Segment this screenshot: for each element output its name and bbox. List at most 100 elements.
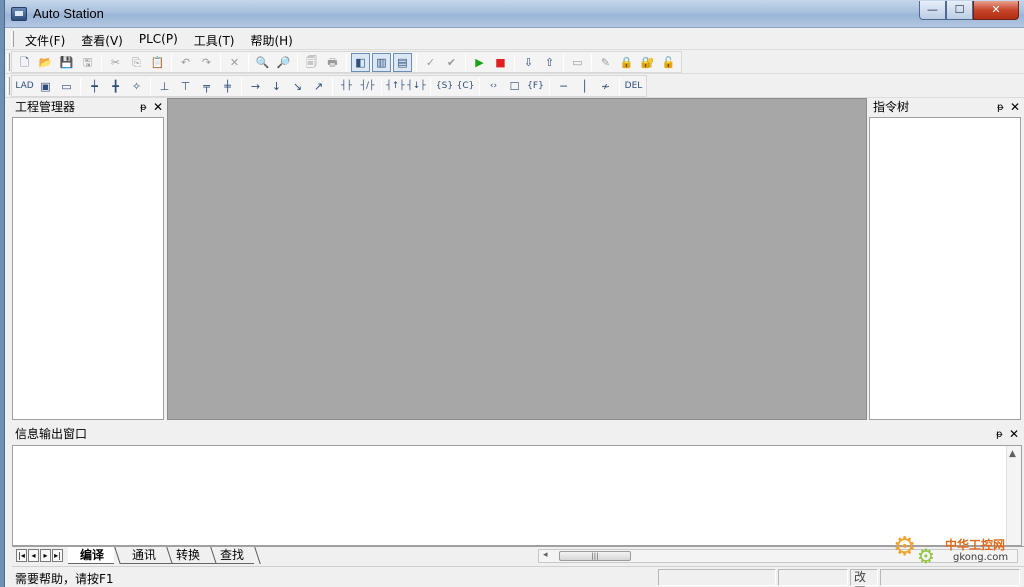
tab-find[interactable]: 查找 bbox=[208, 547, 255, 564]
project-panel-header[interactable]: 工程管理器 ᵽ ✕ bbox=[12, 99, 163, 117]
function-icon[interactable]: {F} bbox=[526, 77, 545, 96]
print-preview-icon[interactable]: 🗐 bbox=[302, 53, 321, 72]
instruction-pane-icon[interactable]: ▥ bbox=[372, 52, 391, 72]
open-folder-icon[interactable]: 📂 bbox=[36, 53, 55, 72]
horizontal-line-icon[interactable]: ─ bbox=[554, 77, 573, 96]
edit-icon[interactable]: ✎ bbox=[596, 53, 615, 72]
set-coil-icon[interactable]: {S} bbox=[435, 77, 454, 96]
redo-icon[interactable]: ↷ bbox=[197, 53, 216, 72]
coil-icon[interactable]: ‹› bbox=[484, 77, 503, 96]
parallel-end-icon[interactable]: ⊤ bbox=[176, 77, 195, 96]
undo-icon[interactable]: ↶ bbox=[176, 53, 195, 72]
menu-item-2[interactable]: PLC(P) bbox=[137, 31, 180, 50]
arrow-down-icon[interactable]: ↓ bbox=[267, 77, 286, 96]
arrow-right-icon[interactable]: → bbox=[246, 77, 265, 96]
upload-icon[interactable]: ⇧ bbox=[540, 53, 559, 72]
stop-icon[interactable]: ■ bbox=[491, 53, 510, 72]
output-text-area[interactable]: ▲ bbox=[12, 445, 1022, 546]
tab-next-button[interactable]: ▸ bbox=[40, 549, 51, 562]
replace-icon[interactable]: 🔎 bbox=[274, 53, 293, 72]
vertical-line-icon[interactable]: │ bbox=[575, 77, 594, 96]
parallel-branch-icon[interactable]: ⊥ bbox=[155, 77, 174, 96]
close-icon[interactable]: ✕ bbox=[1009, 426, 1019, 443]
pin-icon[interactable]: ᵽ bbox=[997, 99, 1004, 116]
project-tree[interactable] bbox=[12, 117, 164, 420]
save-icon[interactable]: 💾 bbox=[57, 53, 76, 72]
box-icon[interactable]: ▭ bbox=[57, 77, 76, 96]
menu-grip[interactable] bbox=[11, 31, 14, 47]
pin-icon[interactable]: ᵽ bbox=[140, 99, 147, 116]
branch-icon[interactable]: ✧ bbox=[127, 77, 146, 96]
output-panel-header[interactable]: 信息输出窗口 ᵽ ✕ bbox=[12, 426, 1022, 444]
menu-item-3[interactable]: 工具(T) bbox=[192, 31, 237, 50]
app-icon[interactable] bbox=[11, 7, 27, 21]
toolbar-separator bbox=[563, 53, 564, 71]
delete-line-icon[interactable]: DEL bbox=[624, 77, 643, 96]
check-icon[interactable]: ✓ bbox=[421, 53, 440, 72]
reset-coil-icon[interactable]: {C} bbox=[456, 77, 475, 96]
monitor-icon[interactable]: ▭ bbox=[568, 53, 587, 72]
menu-bar: 文件(F) 查看(V) PLC(P) 工具(T) 帮助(H) bbox=[5, 28, 1024, 50]
ladder-mode-icon[interactable]: LAD bbox=[15, 77, 34, 96]
title-bar[interactable]: Auto Station — ☐ ✕ bbox=[5, 0, 1024, 28]
tab-communication[interactable]: 通讯 bbox=[120, 547, 167, 564]
contact-falling-icon[interactable]: ┤↓├ bbox=[407, 77, 426, 96]
menu-item-1[interactable]: 查看(V) bbox=[79, 31, 125, 50]
output-pane-icon[interactable]: ▤ bbox=[393, 52, 412, 72]
tab-last-button[interactable]: ▸| bbox=[52, 549, 63, 562]
run-icon[interactable]: ▶ bbox=[470, 53, 489, 72]
save-all-icon[interactable]: 🖫 bbox=[78, 53, 97, 72]
instruction-panel-header[interactable]: 指令树 ᵽ ✕ bbox=[870, 99, 1022, 117]
maximize-button[interactable]: ☐ bbox=[946, 1, 973, 20]
scroll-thumb[interactable]: ||| bbox=[559, 551, 631, 561]
toolbar-grip[interactable] bbox=[7, 77, 10, 95]
block-icon[interactable]: ▣ bbox=[36, 77, 55, 96]
gear-icon: ⚙ bbox=[917, 544, 935, 568]
new-file-icon[interactable]: 🗋 bbox=[15, 53, 34, 72]
close-button[interactable]: ✕ bbox=[973, 1, 1019, 20]
editor-workspace[interactable] bbox=[167, 98, 867, 420]
status-help-text: 需要帮助，请按F1 bbox=[15, 572, 114, 586]
unlock-icon[interactable]: 🔓 bbox=[659, 53, 678, 72]
close-icon[interactable]: ✕ bbox=[153, 99, 163, 116]
toolbar-separator bbox=[248, 53, 249, 71]
app-window: Auto Station — ☐ ✕ 文件(F) 查看(V) PLC(P) 工具(T)… bbox=[4, 0, 1024, 587]
find-icon[interactable]: 🔍 bbox=[253, 53, 272, 72]
insert-column-icon[interactable]: ╋ bbox=[106, 77, 125, 96]
menu-item-4[interactable]: 帮助(H) bbox=[248, 31, 294, 50]
tab-convert[interactable]: 转换 bbox=[164, 547, 211, 564]
instruction-tree[interactable] bbox=[869, 117, 1021, 420]
contact-no-icon[interactable]: ┤├ bbox=[337, 77, 356, 96]
compile-icon[interactable]: ✔ bbox=[442, 53, 461, 72]
function-block-icon[interactable]: ☐ bbox=[505, 77, 524, 96]
contact-nc-icon[interactable]: ┤/├ bbox=[358, 77, 377, 96]
tab-first-button[interactable]: |◂ bbox=[16, 549, 27, 562]
insert-row-icon[interactable]: ┿ bbox=[85, 77, 104, 96]
branch-cross-icon[interactable]: ╪ bbox=[218, 77, 237, 96]
contact-rising-icon[interactable]: ┤↑├ bbox=[386, 77, 405, 96]
copy-icon[interactable]: ⎘ bbox=[127, 53, 146, 72]
download-icon[interactable]: ⇩ bbox=[519, 53, 538, 72]
invert-icon[interactable]: ≁ bbox=[596, 77, 615, 96]
arrow-down-right-icon[interactable]: ↘ bbox=[288, 77, 307, 96]
password-icon[interactable]: 🔐 bbox=[638, 53, 657, 72]
cut-icon[interactable]: ✂ bbox=[106, 53, 125, 72]
project-panel-title: 工程管理器 bbox=[15, 100, 76, 114]
close-icon[interactable]: ✕ bbox=[1010, 99, 1020, 116]
minimize-button[interactable]: — bbox=[919, 1, 946, 20]
toolbar-grip[interactable] bbox=[7, 53, 10, 71]
project-pane-icon[interactable]: ◧ bbox=[351, 52, 370, 72]
pin-icon[interactable]: ᵽ bbox=[996, 426, 1003, 443]
toolbar-separator bbox=[297, 53, 298, 71]
tab-prev-button[interactable]: ◂ bbox=[28, 549, 39, 562]
branch-down-icon[interactable]: ╤ bbox=[197, 77, 216, 96]
print-icon[interactable]: 🖶 bbox=[323, 53, 342, 72]
paste-icon[interactable]: 📋 bbox=[148, 53, 167, 72]
scroll-left-icon[interactable]: ◂ bbox=[543, 550, 548, 560]
lock-icon[interactable]: 🔒 bbox=[617, 53, 636, 72]
menu-item-0[interactable]: 文件(F) bbox=[23, 31, 67, 50]
tab-compile[interactable]: 编译 bbox=[68, 547, 115, 564]
arrow-up-right-icon[interactable]: ↗ bbox=[309, 77, 328, 96]
scroll-up-icon[interactable]: ▲ bbox=[1009, 449, 1016, 459]
delete-icon[interactable]: ✕ bbox=[225, 53, 244, 72]
